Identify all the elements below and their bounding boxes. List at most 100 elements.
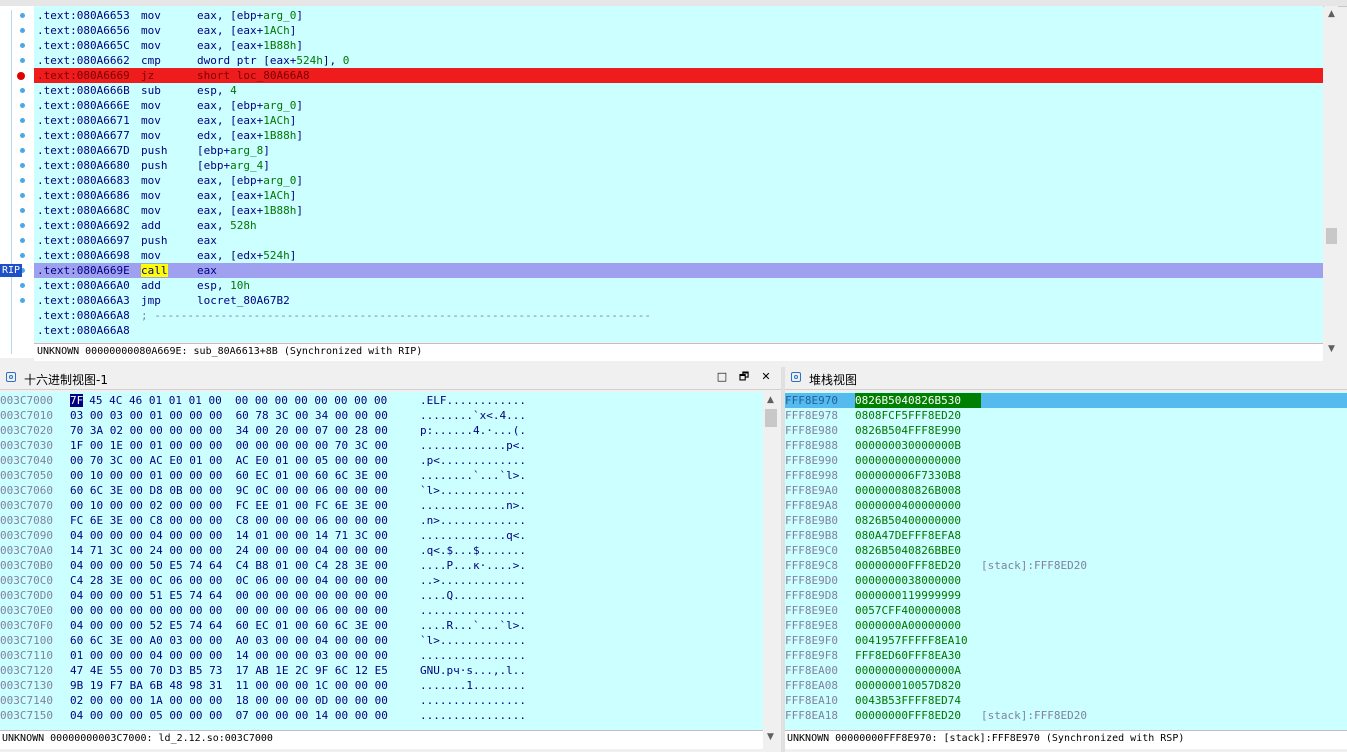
stack-row[interactable]: FFF8E9C0 0826B5040826BBE0 bbox=[785, 543, 1347, 558]
gutter-dot[interactable] bbox=[20, 178, 25, 183]
stack-row[interactable]: FFF8E9D0 0000000038000000 bbox=[785, 573, 1347, 588]
code-line[interactable]: .text:080A6680 push [ebp+arg_4] bbox=[34, 158, 1323, 173]
code-line[interactable]: .text:080A666B sub esp, 4 bbox=[34, 83, 1323, 98]
code-address: .text:080A66A0 bbox=[37, 279, 130, 292]
code-line[interactable]: .text:080A6669 jz short loc_80A66A8 bbox=[34, 68, 1323, 83]
code-gutter[interactable]: RIP bbox=[0, 6, 34, 358]
stack-row[interactable]: FFF8E980 0826B504FFF8E990 bbox=[785, 423, 1347, 438]
gutter-dot[interactable] bbox=[20, 103, 25, 108]
stack-row[interactable]: FFF8EA00 000000000000000A bbox=[785, 663, 1347, 678]
code-mnemonic: jz bbox=[141, 69, 155, 82]
stack-row[interactable]: FFF8EA08 000000010057D820 bbox=[785, 678, 1347, 693]
hex-ascii: ........`x<.4... bbox=[420, 409, 526, 422]
hex-vertical-scrollbar[interactable]: ▲ ▼ bbox=[763, 392, 779, 747]
stack-row[interactable]: FFF8EA18 00000000FFF8ED20 [stack]:FFF8ED20 bbox=[785, 708, 1347, 723]
breakpoint-icon[interactable] bbox=[17, 72, 25, 80]
code-line[interactable]: .text:080A6677 mov edx, [eax+1B88h] bbox=[34, 128, 1323, 143]
code-line[interactable]: .text:080A6698 mov eax, [edx+524h] bbox=[34, 248, 1323, 263]
gutter-dot[interactable] bbox=[20, 193, 25, 198]
stack-row[interactable]: FFF8E9C8 00000000FFF8ED20 [stack]:FFF8ED20 bbox=[785, 558, 1347, 573]
stack-row[interactable]: FFF8E9D8 0000000119999999 bbox=[785, 588, 1347, 603]
stack-row[interactable]: FFF8E9E8 0000000A00000000 bbox=[785, 618, 1347, 633]
close-button[interactable]: ✕ bbox=[758, 369, 774, 385]
stack-dump[interactable]: FFF8E970 0826B5040826B530 FFF8E978 0808FCF5… bbox=[785, 392, 1347, 730]
hex-bytes: 02 00 00 00 1A 00 00 00 18 00 00 00 0D 0… bbox=[70, 694, 388, 707]
hex-scroll-thumb[interactable] bbox=[765, 409, 777, 427]
gutter-dot[interactable] bbox=[20, 43, 25, 48]
hex-ascii: ....R...`...`l>. bbox=[420, 619, 526, 632]
stack-row[interactable]: FFF8E9B8 080A47DEFFF8EFA8 bbox=[785, 528, 1347, 543]
gutter-dot[interactable] bbox=[20, 163, 25, 168]
stack-value: 080A47DEFFF8EFA8 bbox=[855, 529, 961, 542]
stack-row[interactable]: FFF8E998 000000006F7330B8 bbox=[785, 468, 1347, 483]
hex-ascii: ....P...к·....>. bbox=[420, 559, 526, 572]
code-line[interactable]: .text:080A6653 mov eax, [ebp+arg_0] bbox=[34, 8, 1323, 23]
disassembly-view[interactable]: RIP .text:080A6653 mov eax, [ebp+arg_0] .te… bbox=[0, 0, 1347, 364]
code-mnemonic: jmp bbox=[141, 294, 161, 307]
gutter-dot[interactable] bbox=[20, 253, 25, 258]
code-line[interactable]: .text:080A66A3 jmp locret_80A67B2 bbox=[34, 293, 1323, 308]
stack-row[interactable]: FFF8E9E0 0057CFF400000008 bbox=[785, 603, 1347, 618]
hex-ascii: .......1........ bbox=[420, 679, 526, 692]
code-line[interactable]: .text:080A669E call eax bbox=[34, 263, 1323, 278]
code-line[interactable]: .text:080A668C mov eax, [eax+1B88h] bbox=[34, 203, 1323, 218]
hex-bytes: 01 00 00 00 04 00 00 00 14 00 00 00 03 0… bbox=[70, 649, 388, 662]
code-line[interactable]: .text:080A667D push [ebp+arg_8] bbox=[34, 143, 1323, 158]
code-address: .text:080A669E bbox=[37, 264, 130, 277]
hex-bytes: 04 00 00 00 52 E5 74 64 60 EC 01 00 60 6… bbox=[70, 619, 388, 632]
gutter-dot[interactable] bbox=[20, 283, 25, 288]
stack-value: 0826B50400000000 bbox=[855, 514, 961, 527]
hex-bytes: 60 6C 3E 00 A0 03 00 00 A0 03 00 00 04 0… bbox=[70, 634, 388, 647]
gutter-dot[interactable] bbox=[20, 28, 25, 33]
selected-byte[interactable]: 7F bbox=[70, 394, 84, 407]
code-line[interactable]: .text:080A6656 mov eax, [eax+1ACh] bbox=[34, 23, 1323, 38]
gutter-dot[interactable] bbox=[20, 133, 25, 138]
code-line[interactable]: .text:080A6686 mov eax, [eax+1ACh] bbox=[34, 188, 1323, 203]
stack-row[interactable]: FFF8E9B0 0826B50400000000 bbox=[785, 513, 1347, 528]
code-line[interactable]: .text:080A6671 mov eax, [eax+1ACh] bbox=[34, 113, 1323, 128]
gutter-dot[interactable] bbox=[20, 298, 25, 303]
code-line[interactable]: .text:080A6697 push eax bbox=[34, 233, 1323, 248]
code-line[interactable]: .text:080A6662 cmp dword ptr [eax+524h], 0 bbox=[34, 53, 1323, 68]
gutter-dot[interactable] bbox=[20, 13, 25, 18]
code-scroll-thumb[interactable] bbox=[1326, 228, 1337, 244]
code-line[interactable]: .text:080A66A8 ; ------------------------… bbox=[34, 308, 1323, 323]
stack-row[interactable]: FFF8E988 000000030000000B bbox=[785, 438, 1347, 453]
stack-row[interactable]: FFF8EA10 0043B53FFFF8ED74 bbox=[785, 693, 1347, 708]
stack-row[interactable]: FFF8E978 0808FCF5FFF8ED20 bbox=[785, 408, 1347, 423]
gutter-dot[interactable] bbox=[20, 88, 25, 93]
code-line[interactable]: .text:080A666E mov eax, [ebp+arg_0] bbox=[34, 98, 1323, 113]
hex-dump[interactable]: 003C7000 7F 45 4C 46 01 01 01 00 00 00 00 … bbox=[0, 392, 763, 730]
gutter-dot[interactable] bbox=[20, 148, 25, 153]
minimize-button[interactable]: □ bbox=[714, 369, 730, 385]
gutter-dot[interactable] bbox=[20, 58, 25, 63]
code-line[interactable]: .text:080A6692 add eax, 528h bbox=[34, 218, 1323, 233]
scroll-up-icon[interactable]: ▲ bbox=[1326, 9, 1337, 20]
code-line[interactable]: .text:080A66A0 add esp, 10h bbox=[34, 278, 1323, 293]
stack-row[interactable]: FFF8E9A8 0000000400000000 bbox=[785, 498, 1347, 513]
stack-row[interactable]: FFF8E990 0000000000000000 bbox=[785, 453, 1347, 468]
stack-address: FFF8EA00 bbox=[785, 664, 838, 677]
stack-row[interactable]: FFF8E970 0826B5040826B530 bbox=[785, 393, 1347, 408]
stack-row[interactable]: FFF8E9F0 0041957FFFFF8EA10 bbox=[785, 633, 1347, 648]
gutter-dot[interactable] bbox=[20, 208, 25, 213]
gutter-dot[interactable] bbox=[20, 238, 25, 243]
code-line[interactable]: .text:080A6683 mov eax, [ebp+arg_0] bbox=[34, 173, 1323, 188]
code-listing[interactable]: .text:080A6653 mov eax, [ebp+arg_0] .text:0… bbox=[34, 6, 1323, 342]
gutter-dot[interactable] bbox=[20, 223, 25, 228]
code-vertical-scrollbar[interactable]: ▲ ▼ bbox=[1324, 6, 1338, 358]
gutter-dot[interactable] bbox=[20, 118, 25, 123]
code-address: .text:080A6680 bbox=[37, 159, 130, 172]
restore-button[interactable]: 🗗 bbox=[736, 369, 752, 385]
stack-row[interactable]: FFF8E9F8 FFF8ED60FFF8EA30 bbox=[785, 648, 1347, 663]
code-address: .text:080A666E bbox=[37, 99, 130, 112]
code-line[interactable]: .text:080A66A8 bbox=[34, 323, 1323, 338]
hex-ascii: ..>............. bbox=[420, 574, 526, 587]
code-line[interactable]: .text:080A665C mov eax, [eax+1B88h] bbox=[34, 38, 1323, 53]
scroll-up-icon[interactable]: ▲ bbox=[765, 395, 776, 406]
hex-bytes: 9B 19 F7 BA 6B 48 98 31 11 00 00 00 1C 0… bbox=[70, 679, 388, 692]
stack-row[interactable]: FFF8E9A0 000000080826B008 bbox=[785, 483, 1347, 498]
scroll-down-icon[interactable]: ▼ bbox=[765, 732, 776, 743]
code-address: .text:080A665C bbox=[37, 39, 130, 52]
scroll-down-icon[interactable]: ▼ bbox=[1326, 344, 1337, 355]
